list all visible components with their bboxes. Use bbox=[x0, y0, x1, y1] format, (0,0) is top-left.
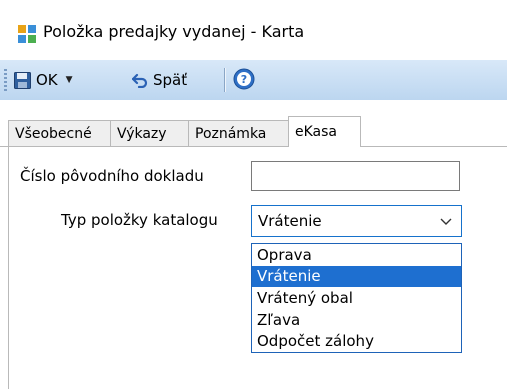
svg-text:?: ? bbox=[241, 73, 247, 86]
dropdown-option-odpocet-zalohy[interactable]: Odpočet zálohy bbox=[252, 331, 461, 352]
catalog-type-dropdown-list: Oprava Vrátenie Vrátený obal Zľava Odpoč… bbox=[251, 243, 462, 353]
original-doc-input[interactable] bbox=[251, 161, 460, 191]
dropdown-option-zlava[interactable]: Zľava bbox=[252, 310, 461, 331]
undo-icon bbox=[132, 73, 148, 88]
help-icon[interactable]: ? bbox=[233, 68, 255, 90]
window-title: Položka predajky vydanej - Karta bbox=[43, 22, 305, 41]
tab-ekasa[interactable]: eKasa bbox=[288, 116, 361, 147]
tab-reports[interactable]: Výkazy bbox=[110, 120, 189, 146]
back-button[interactable]: Späť bbox=[132, 69, 187, 91]
dropdown-option-vratenie[interactable]: Vrátenie bbox=[252, 266, 461, 287]
app-grid-icon bbox=[18, 25, 36, 43]
tab-strip: Všeobecné Výkazy Poznámka eKasa bbox=[0, 100, 507, 147]
catalog-type-label: Typ položky katalogu bbox=[61, 211, 218, 229]
original-doc-label: Číslo pôvodního dokladu bbox=[20, 167, 204, 185]
ok-dropdown-arrow-icon[interactable]: ▼ bbox=[66, 75, 73, 85]
dropdown-option-vrateny-obal[interactable]: Vrátený obal bbox=[252, 288, 461, 309]
chevron-down-icon[interactable] bbox=[439, 214, 453, 228]
back-label: Späť bbox=[153, 71, 188, 89]
toolbar: OK ▼ Späť ? bbox=[0, 60, 507, 101]
ok-button[interactable]: OK ▼ bbox=[14, 69, 73, 91]
toolbar-grip[interactable] bbox=[4, 69, 7, 91]
toolbar-separator bbox=[224, 68, 226, 92]
window-titlebar: Položka predajky vydanej - Karta bbox=[0, 0, 507, 60]
tab-general[interactable]: Všeobecné bbox=[8, 120, 111, 146]
catalog-type-value: Vrátenie bbox=[258, 212, 322, 230]
tab-note[interactable]: Poznámka bbox=[188, 120, 289, 146]
save-icon bbox=[14, 71, 31, 89]
dropdown-option-oprava[interactable]: Oprava bbox=[252, 245, 461, 266]
catalog-type-select[interactable]: Vrátenie bbox=[251, 205, 462, 237]
ok-label: OK bbox=[36, 71, 58, 89]
